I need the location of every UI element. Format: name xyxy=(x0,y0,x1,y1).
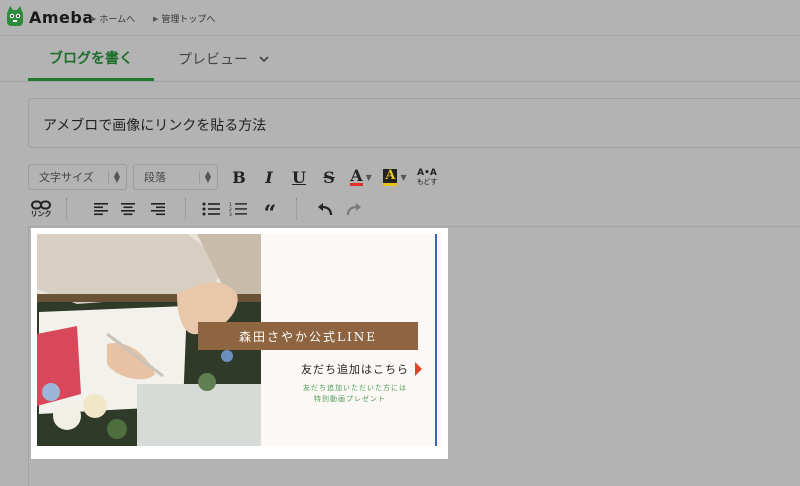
banner-content: 森田さやか公式LINE 友だち追加はこちら 友だち追加いただいた方には 特別動画… xyxy=(37,234,441,446)
tab-preview[interactable]: プレビュー xyxy=(178,37,270,81)
reset-format-button[interactable]: A•A もどす xyxy=(412,164,442,190)
caret-down-icon: ▼ xyxy=(400,172,407,182)
tab-write-blog[interactable]: ブログを書く xyxy=(28,37,154,81)
breadcrumb-home[interactable]: ▶ ホームへ xyxy=(91,12,136,26)
align-right-icon xyxy=(151,203,165,216)
undo-icon xyxy=(318,203,333,216)
text-color-button[interactable]: A ▼ xyxy=(344,164,378,190)
italic-button[interactable]: I xyxy=(254,164,284,190)
reset-format-label: もどす xyxy=(416,177,438,186)
text-color-icon: A xyxy=(350,166,363,186)
breadcrumb-admin-label: 管理トップへ xyxy=(161,15,216,25)
select-arrows-icon: ▲ ▼ xyxy=(198,170,211,184)
bold-button[interactable]: B xyxy=(224,164,254,190)
breadcrumb-admin-top[interactable]: ▶ 管理トップへ xyxy=(153,12,216,26)
chevron-down-icon xyxy=(259,56,269,63)
add-friend-cta: 友だち追加はこちら xyxy=(301,361,422,377)
select-arrows-icon: ▲ ▼ xyxy=(107,170,120,184)
ameba-mascot-icon xyxy=(7,6,23,26)
reset-format-icon: A•A xyxy=(417,167,437,178)
formatting-toolbar: 文字サイズ ▲ ▼ 段落 ▲ ▼ B I U S A ▼ A ▼ A•A もどす xyxy=(28,164,442,190)
post-title-input[interactable]: アメブロで画像にリンクを貼る方法 xyxy=(28,98,800,148)
gift-text-line1: 友だち追加いただいた方には xyxy=(303,384,407,392)
caret-down-icon: ▼ xyxy=(365,172,372,182)
undo-button[interactable] xyxy=(297,196,339,222)
paragraph-select[interactable]: 段落 ▲ ▼ xyxy=(133,164,218,190)
gift-text-line2: 特別動画プレゼント xyxy=(314,395,386,403)
quote-icon: “ xyxy=(263,201,277,227)
inserted-banner-image[interactable]: 森田さやか公式LINE 友だち追加はこちら 友だち追加いただいた方には 特別動画… xyxy=(31,228,448,459)
quote-button[interactable]: “ xyxy=(254,196,286,227)
numbered-list-icon: 1 2 3 xyxy=(229,202,247,216)
editor-tabs: ブログを書く プレビュー xyxy=(0,37,800,82)
banner-name-label: 森田さやか公式LINE xyxy=(198,322,418,350)
paragraph-toolbar: リンク 1 2 3 “ xyxy=(28,196,369,227)
svg-text:3: 3 xyxy=(229,212,232,216)
numbered-list-button[interactable]: 1 2 3 xyxy=(222,196,254,222)
align-left-button[interactable] xyxy=(67,196,113,222)
breadcrumb-home-label: ホームへ xyxy=(99,15,136,25)
align-center-icon xyxy=(121,203,135,216)
editor-border-left xyxy=(28,226,29,486)
tab-preview-label: プレビュー xyxy=(178,52,248,68)
align-right-button[interactable] xyxy=(143,196,173,222)
bullet-list-button[interactable] xyxy=(186,196,222,222)
underline-button[interactable]: U xyxy=(284,164,314,190)
align-center-button[interactable] xyxy=(113,196,143,222)
paragraph-select-label: 段落 xyxy=(144,171,166,184)
link-icon xyxy=(31,200,51,209)
background-color-button[interactable]: A ▼ xyxy=(378,164,412,190)
logo-text: Ameba xyxy=(29,7,94,27)
strikethrough-button[interactable]: S xyxy=(314,164,344,190)
ameba-logo[interactable]: Ameba xyxy=(5,6,94,28)
top-bar: Ameba ▶ ホームへ ▶ 管理トップへ xyxy=(0,0,800,36)
font-size-select-label: 文字サイズ xyxy=(39,171,94,184)
triangle-right-icon: ▶ xyxy=(153,14,159,23)
background-color-icon: A xyxy=(383,168,398,186)
editor-border xyxy=(28,226,800,227)
align-left-icon xyxy=(94,203,108,216)
link-label: リンク xyxy=(30,209,52,218)
link-button[interactable]: リンク xyxy=(28,196,54,222)
add-friend-text: 友だち追加はこちら xyxy=(301,363,409,376)
triangle-right-icon: ▶ xyxy=(91,14,97,23)
banner-divider-line xyxy=(435,234,437,446)
redo-icon xyxy=(346,203,361,216)
arrow-right-icon xyxy=(415,362,422,376)
font-size-select[interactable]: 文字サイズ ▲ ▼ xyxy=(28,164,127,190)
redo-button[interactable] xyxy=(339,196,369,222)
bullet-list-icon xyxy=(202,202,220,216)
